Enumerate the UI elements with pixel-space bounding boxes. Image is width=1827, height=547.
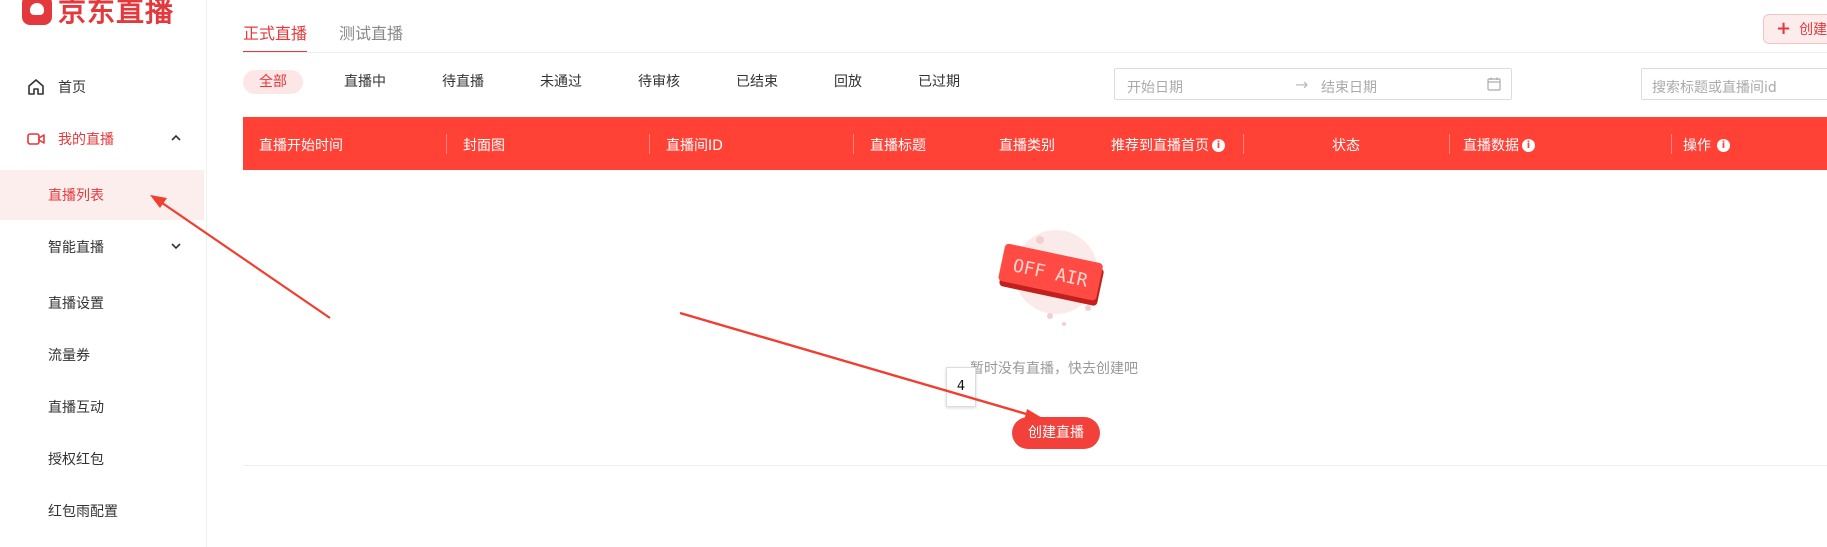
filter-ended[interactable]: 已结束 xyxy=(736,70,778,94)
search-input[interactable]: 搜索标题或直播间id xyxy=(1641,68,1827,100)
info-icon[interactable]: i xyxy=(1717,138,1730,152)
filter-expired[interactable]: 已过期 xyxy=(918,70,960,94)
column-header-recommend-label: 推荐到直播首页 xyxy=(1111,138,1209,154)
tabs-divider xyxy=(243,52,1827,53)
column-header-room-id: 直播间ID xyxy=(666,138,723,154)
sidebar-item-home[interactable]: 首页 xyxy=(0,62,204,112)
column-header-status: 状态 xyxy=(1332,138,1360,154)
create-live-button-top[interactable]: + 创建直 xyxy=(1763,14,1827,44)
date-end-input[interactable]: 结束日期 xyxy=(1321,77,1377,97)
date-range-picker[interactable]: 开始日期 → 结束日期 xyxy=(1114,68,1512,100)
filter-rejected[interactable]: 未通过 xyxy=(540,70,582,94)
create-live-button-top-label: 创建直 xyxy=(1799,22,1827,38)
column-header-actions-label: 操作 xyxy=(1683,138,1711,154)
sidebar-item-live-interaction[interactable]: 直播互动 xyxy=(0,382,204,432)
column-divider xyxy=(1449,134,1450,154)
date-start-input[interactable]: 开始日期 xyxy=(1127,77,1183,97)
filter-pending-review[interactable]: 待审核 xyxy=(638,70,680,94)
sidebar-item-authorized-red-packet[interactable]: 授权红包 xyxy=(0,434,204,484)
sidebar-item-label: 红包雨配置 xyxy=(48,504,118,520)
table-bottom-border xyxy=(243,465,1827,466)
column-header-actions: 操作 i xyxy=(1683,135,1730,155)
sidebar-item-red-packet-rain[interactable]: 红包雨配置 xyxy=(0,486,204,536)
app-logo[interactable]: 京东直播 xyxy=(22,0,174,30)
chevron-up-icon[interactable] xyxy=(168,130,184,146)
column-header-category: 直播类别 xyxy=(999,138,1055,154)
table-header: 直播开始时间 封面图 直播间ID 直播标题 直播类别 推荐到直播首页 i 状态 … xyxy=(243,117,1827,170)
tab-test-live[interactable]: 测试直播 xyxy=(339,20,403,44)
calendar-icon[interactable] xyxy=(1487,77,1501,91)
sidebar-item-label: 直播列表 xyxy=(48,188,104,204)
column-divider xyxy=(446,134,447,154)
column-divider xyxy=(853,134,854,154)
sidebar-item-live-list[interactable]: 直播列表 xyxy=(0,170,204,220)
sidebar-item-label: 首页 xyxy=(58,80,86,96)
date-range-arrow: → xyxy=(1295,75,1309,94)
sidebar: 京东直播 首页 我的直播 直播列表 智能直播 直播设置 流量券 直播互动 授权红 xyxy=(0,0,207,547)
sidebar-item-smart-live[interactable]: 智能直播 xyxy=(0,222,204,272)
sidebar-item-label: 直播互动 xyxy=(48,400,104,416)
filter-upcoming[interactable]: 待直播 xyxy=(442,70,484,94)
sidebar-item-live-settings[interactable]: 直播设置 xyxy=(0,278,204,328)
filter-live[interactable]: 直播中 xyxy=(344,70,386,94)
sidebar-item-my-live[interactable]: 我的直播 xyxy=(0,114,204,164)
sidebar-item-label: 流量券 xyxy=(48,348,90,364)
video-camera-icon xyxy=(27,133,45,145)
column-header-live-data-label: 直播数据 xyxy=(1463,138,1519,154)
home-icon xyxy=(28,79,44,95)
sidebar-item-label: 我的直播 xyxy=(58,132,114,148)
column-divider xyxy=(649,134,650,154)
sidebar-item-label: 授权红包 xyxy=(48,452,104,468)
info-icon[interactable]: i xyxy=(1212,138,1225,152)
filter-all[interactable]: 全部 xyxy=(243,70,303,94)
sidebar-item-label: 智能直播 xyxy=(48,240,104,256)
column-header-recommend: 推荐到直播首页 i xyxy=(1111,135,1225,155)
chevron-down-icon[interactable] xyxy=(168,238,184,254)
tab-official-live[interactable]: 正式直播 xyxy=(243,20,308,53)
jd-logo-icon xyxy=(22,0,52,25)
column-header-start-time: 直播开始时间 xyxy=(259,138,343,154)
filter-replay[interactable]: 回放 xyxy=(834,70,862,94)
info-icon[interactable]: i xyxy=(1522,138,1535,152)
column-header-title: 直播标题 xyxy=(870,138,926,154)
empty-state-text: 暂时没有直播，快去创建吧 xyxy=(970,361,1138,377)
column-header-live-data: 直播数据 i xyxy=(1463,135,1535,155)
off-air-illustration: OFF AIR xyxy=(998,230,1104,326)
step-number-badge: 4 xyxy=(946,367,976,407)
column-divider xyxy=(1243,134,1244,154)
sidebar-item-traffic-coupon[interactable]: 流量券 xyxy=(0,330,204,380)
column-header-cover: 封面图 xyxy=(463,138,505,154)
app-title: 京东直播 xyxy=(58,0,175,28)
create-live-button[interactable]: 创建直播 xyxy=(1012,417,1100,449)
plus-icon: + xyxy=(1776,18,1792,39)
column-divider xyxy=(1671,134,1672,154)
sidebar-item-label: 直播设置 xyxy=(48,296,104,312)
